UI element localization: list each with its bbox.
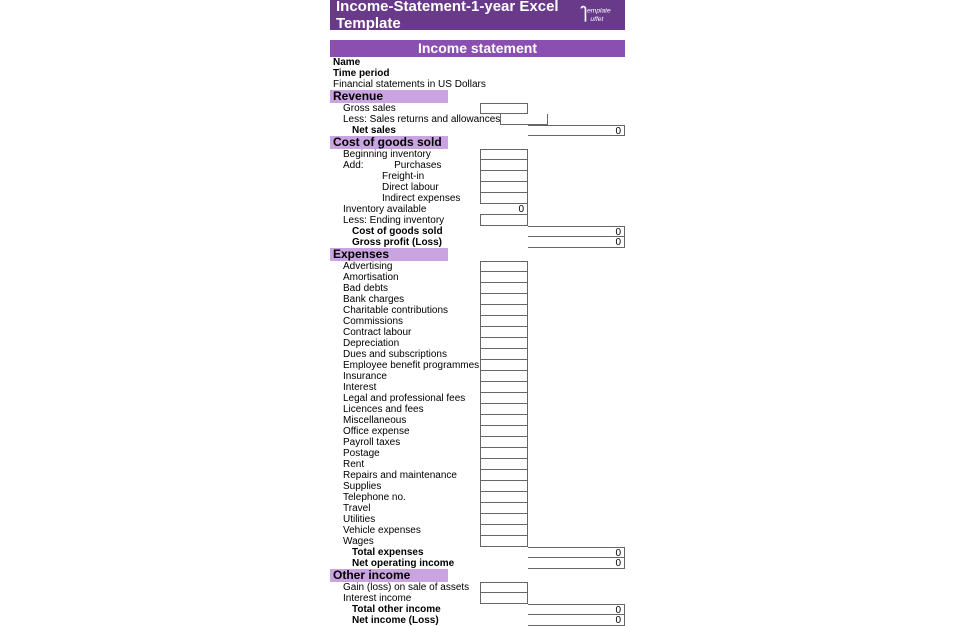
label-expense: Amortisation (330, 272, 480, 283)
input-expense[interactable] (480, 448, 528, 459)
label-expense: Dues and subscriptions (330, 349, 480, 360)
input-expense[interactable] (480, 514, 528, 525)
input-expense[interactable] (480, 426, 528, 437)
input-purchases[interactable] (480, 160, 528, 171)
input-expense[interactable] (480, 459, 528, 470)
calc-net-sales: 0 (528, 125, 625, 136)
label-expense: Interest (330, 382, 480, 393)
input-freight[interactable] (480, 171, 528, 182)
input-expense[interactable] (480, 316, 528, 327)
input-expense[interactable] (480, 294, 528, 305)
input-expense[interactable] (480, 360, 528, 371)
template-buffet-logo: emplate uffet (578, 3, 619, 27)
section-cogs: Cost of goods sold (330, 136, 448, 149)
label-less-end-inv: Less: Ending inventory (330, 215, 480, 226)
input-expense[interactable] (480, 415, 528, 426)
label-expense: Licences and fees (330, 404, 480, 415)
label-total-expenses: Total expenses (330, 547, 480, 558)
label-cogs-total: Cost of goods sold (330, 226, 480, 237)
svg-text:emplate: emplate (587, 8, 611, 15)
label-expense: Payroll taxes (330, 437, 480, 448)
input-expense[interactable] (480, 338, 528, 349)
input-expense[interactable] (480, 492, 528, 503)
title-bar: Income-Statement-1-year Excel Template e… (330, 0, 625, 30)
label-expense: Bad debts (330, 283, 480, 294)
meta-name: Name (330, 57, 480, 68)
label-add: Add: Purchases (330, 160, 480, 171)
label-expense: Wages (330, 536, 480, 547)
label-interest-income: Interest income (330, 593, 480, 604)
label-expense: Commissions (330, 316, 480, 327)
input-expense[interactable] (480, 536, 528, 547)
input-end-inv[interactable] (480, 215, 528, 226)
input-expense[interactable] (480, 481, 528, 492)
svg-text:uffet: uffet (590, 16, 604, 23)
input-beg-inv[interactable] (480, 149, 528, 160)
meta-period: Time period (330, 68, 480, 79)
calc-total-expenses: 0 (528, 547, 625, 558)
input-expense[interactable] (480, 349, 528, 360)
label-inv-avail: Inventory available (330, 204, 480, 215)
input-expense[interactable] (480, 525, 528, 536)
label-gross-sales: Gross sales (330, 103, 480, 114)
input-expense[interactable] (480, 305, 528, 316)
section-other-income: Other income (330, 569, 448, 582)
label-total-other: Total other income (330, 604, 480, 615)
input-gain-loss[interactable] (480, 582, 528, 593)
label-indirect-exp: Indirect expenses (330, 193, 480, 204)
input-expense[interactable] (480, 327, 528, 338)
spreadsheet: Income-Statement-1-year Excel Template e… (330, 0, 625, 626)
label-expense: Repairs and maintenance (330, 470, 480, 481)
label-expense: Supplies (330, 481, 480, 492)
label-expense: Vehicle expenses (330, 525, 480, 536)
label-expense: Depreciation (330, 338, 480, 349)
label-expense: Utilities (330, 514, 480, 525)
label-expense: Contract labour (330, 327, 480, 338)
section-expenses: Expenses (330, 248, 448, 261)
label-expense: Employee benefit programmes (330, 360, 480, 371)
input-expense[interactable] (480, 470, 528, 481)
calc-total-other: 0 (528, 604, 625, 615)
input-expense[interactable] (480, 371, 528, 382)
input-expense[interactable] (480, 404, 528, 415)
label-direct-labour: Direct labour (330, 182, 480, 193)
calc-cogs-total: 0 (528, 226, 625, 237)
input-expense[interactable] (480, 272, 528, 283)
label-freight: Freight-in (330, 171, 480, 182)
calc-gross-profit: 0 (528, 237, 625, 248)
input-direct-labour[interactable] (480, 182, 528, 193)
calc-net-income: 0 (528, 615, 625, 626)
label-expense: Travel (330, 503, 480, 514)
input-expense[interactable] (480, 382, 528, 393)
label-expense: Advertising (330, 261, 480, 272)
calc-inv-avail: 0 (480, 204, 528, 215)
section-revenue: Revenue (330, 90, 448, 103)
input-expense[interactable] (480, 503, 528, 514)
label-expense: Telephone no. (330, 492, 480, 503)
statement-heading: Income statement (330, 40, 625, 57)
label-expense: Rent (330, 459, 480, 470)
label-net-income: Net income (Loss) (330, 615, 480, 626)
label-expense: Miscellaneous (330, 415, 480, 426)
input-gross-sales[interactable] (480, 103, 528, 114)
label-expense: Legal and professional fees (330, 393, 480, 404)
label-expense: Postage (330, 448, 480, 459)
input-less-returns[interactable] (500, 114, 548, 125)
input-indirect-exp[interactable] (480, 193, 528, 204)
label-gain-loss: Gain (loss) on sale of assets (330, 582, 480, 593)
label-expense: Office expense (330, 426, 480, 437)
label-expense: Charitable contributions (330, 305, 480, 316)
label-beg-inv: Beginning inventory (330, 149, 480, 160)
input-expense[interactable] (480, 437, 528, 448)
input-expense[interactable] (480, 261, 528, 272)
calc-net-operating: 0 (528, 558, 625, 569)
label-less-returns: Less: Sales returns and allowances (330, 114, 500, 125)
input-expense[interactable] (480, 393, 528, 404)
label-expense: Bank charges (330, 294, 480, 305)
label-expense: Insurance (330, 371, 480, 382)
input-expense[interactable] (480, 283, 528, 294)
input-interest-income[interactable] (480, 593, 528, 604)
template-title: Income-Statement-1-year Excel Template (336, 0, 578, 32)
